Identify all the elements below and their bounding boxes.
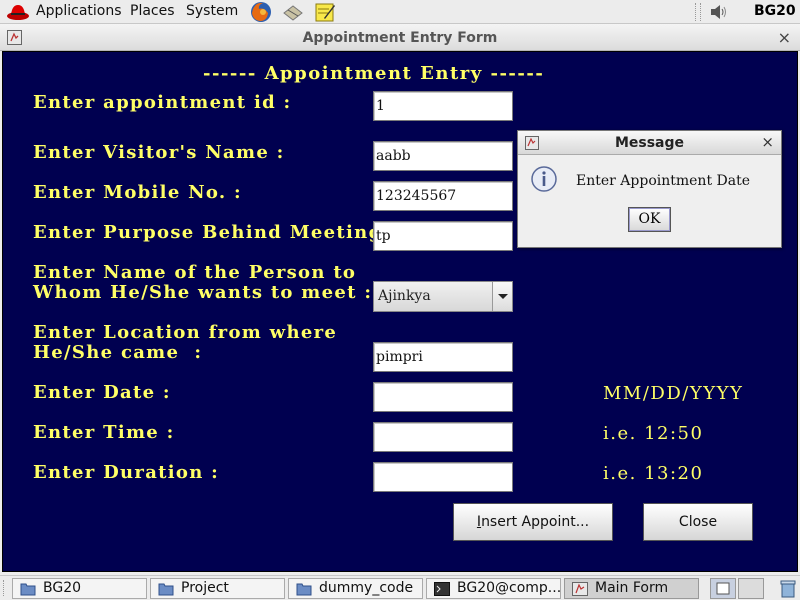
date-input[interactable] [373,382,513,412]
panel-separator [695,3,701,21]
workspace-2[interactable] [738,578,764,599]
location-input[interactable]: pimpri [373,342,513,372]
close-button[interactable]: Close [643,503,753,541]
bottom-taskbar: BG20 Project dummy_code BG20@comp... Mai… [0,575,800,600]
duration-input[interactable] [373,462,513,492]
system-menu[interactable]: System [186,3,238,19]
time-label: Enter Time : [33,422,175,443]
taskbar-handle [3,580,7,596]
date-format-hint: MM/DD/YYYY [603,383,744,404]
java-app-icon [572,582,588,596]
firefox-icon[interactable] [250,1,272,23]
taskbar-item-project[interactable]: Project [150,578,285,599]
close-button-label: Close [678,514,718,530]
person-select[interactable]: Ajinkya [373,281,513,312]
purpose-label: Enter Purpose Behind Meeting [33,222,383,243]
person-label-line1: Enter Name of the Person to [33,262,357,283]
taskbar-item-label: BG20@comp... [457,580,561,596]
appointment-id-label: Enter appointment id : [33,92,292,113]
insert-appointment-button[interactable]: Insert Appoint... [453,503,613,541]
dialog-message: Enter Appointment Date [576,173,751,189]
mobile-label: Enter Mobile No. : [33,182,242,203]
taskbar-item-label: dummy_code [319,580,414,596]
workspace-1[interactable] [710,578,736,599]
duration-label: Enter Duration : [33,462,220,483]
time-input[interactable] [373,422,513,452]
folder-icon [158,583,174,596]
folder-icon [296,583,312,596]
duration-format-hint: i.e. 13:20 [603,463,704,484]
window-title: Appointment Entry Form [302,30,498,46]
info-icon [531,166,557,192]
dialog-title: Message [614,135,685,151]
top-panel: Applications Places System BG20 [0,0,800,24]
visitor-name-input[interactable]: aabb [373,141,513,171]
trash-icon[interactable] [779,579,797,598]
places-menu[interactable]: Places [130,3,175,19]
insert-appointment-button-label: Insert Appoint... [476,514,590,530]
dialog-ok-button[interactable]: OK [628,207,671,232]
window-titlebar[interactable]: Appointment Entry Form × [0,24,800,51]
mail-icon[interactable] [282,1,304,23]
notes-icon[interactable] [314,1,336,23]
person-label-line2: Whom He/She wants to meet : [33,282,373,303]
taskbar-item-main-form[interactable]: Main Form [564,578,699,599]
chevron-down-icon[interactable] [492,282,512,311]
mobile-input[interactable]: 123245567 [373,181,513,211]
taskbar-item-label: Main Form [595,580,669,596]
volume-icon[interactable] [709,2,729,22]
folder-icon [20,583,36,596]
hostname-label: BG20 [754,3,796,19]
terminal-icon [434,582,450,596]
workspace-window-icon [716,582,730,595]
taskbar-item-label: BG20 [43,580,82,596]
taskbar-item-dummy-code[interactable]: dummy_code [288,578,423,599]
location-label-line1: Enter Location from where [33,322,338,343]
applications-menu[interactable]: Applications [36,3,122,19]
time-format-hint: i.e. 12:50 [603,423,704,444]
message-dialog: Message × Enter Appointment Date OK [517,130,782,248]
person-select-value: Ajinkya [378,288,431,304]
date-label: Enter Date : [33,382,171,403]
redhat-logo-icon[interactable] [6,2,30,22]
window-close-icon[interactable]: × [778,28,791,47]
form-heading: ------ Appointment Entry ------ [203,63,545,84]
appointment-id-input[interactable]: 1 [373,91,513,121]
purpose-input[interactable]: tp [373,221,513,251]
visitor-name-label: Enter Visitor's Name : [33,142,285,163]
dialog-close-icon[interactable]: × [761,133,774,151]
dialog-titlebar[interactable]: Message × [518,131,781,155]
taskbar-item-label: Project [181,580,229,596]
taskbar-item-terminal[interactable]: BG20@comp... [426,578,561,599]
taskbar-item-bg20[interactable]: BG20 [12,578,147,599]
location-label-line2: He/She came : [33,342,203,363]
